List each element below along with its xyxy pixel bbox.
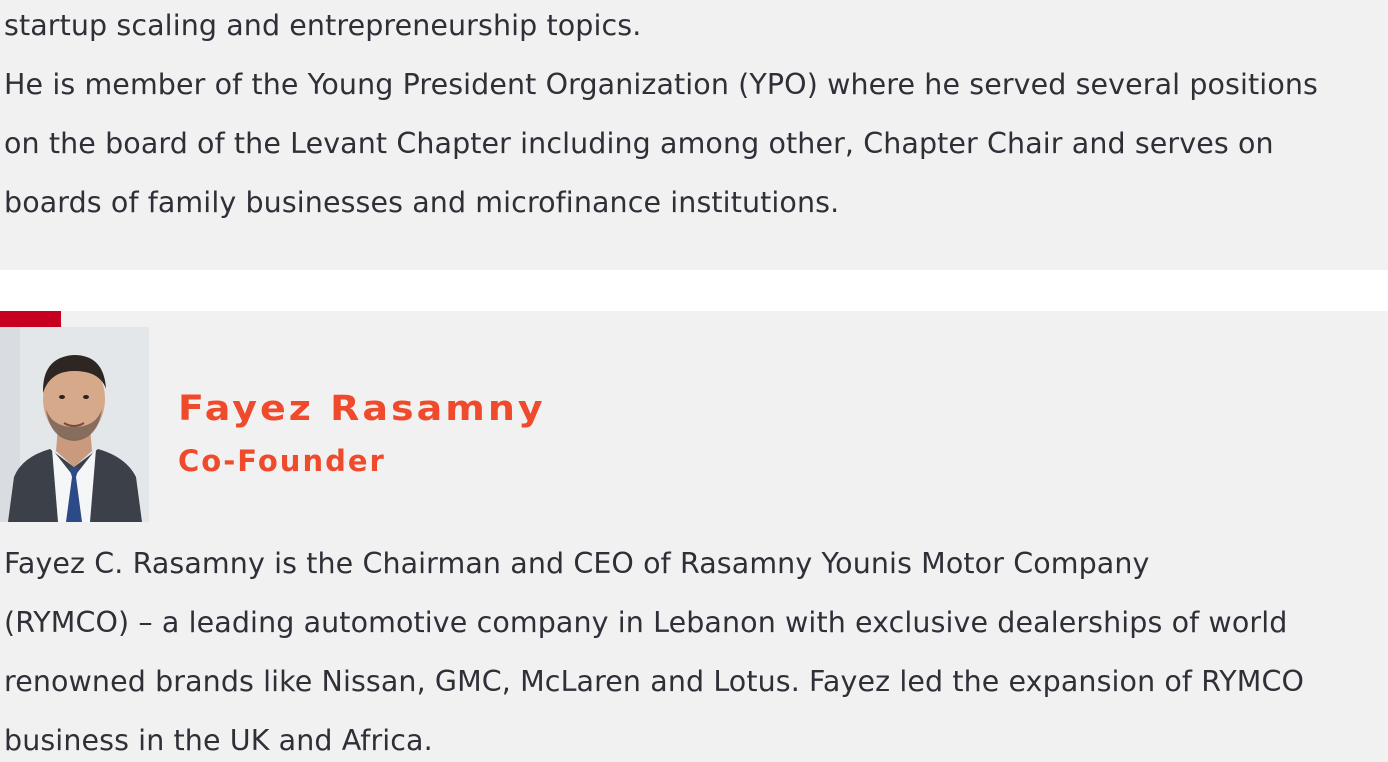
bio-line: Fayez C. Rasamny is the Chairman and CEO…: [4, 547, 1150, 580]
bio-line: startup scaling and entrepreneurship top…: [4, 9, 642, 42]
bio-line: boards of family businesses and microfin…: [4, 186, 840, 219]
bio-line: on the board of the Levant Chapter inclu…: [4, 127, 1274, 160]
bio-line: renowned brands like Nissan, GMC, McLare…: [4, 665, 1305, 698]
member-photo: [0, 327, 149, 522]
previous-member-bio: startup scaling and entrepreneurship top…: [4, 0, 1318, 232]
bio-line: business in the UK and Africa.: [4, 724, 433, 757]
accent-bar: [0, 311, 61, 327]
bio-line: (RYMCO) – a leading automotive company i…: [4, 606, 1288, 639]
member-bio: Fayez C. Rasamny is the Chairman and CEO…: [4, 534, 1304, 762]
member-name: Fayez Rasamny: [178, 388, 546, 429]
member-role: Co-Founder: [178, 444, 386, 478]
bio-line: He is member of the Young President Orga…: [4, 68, 1318, 101]
